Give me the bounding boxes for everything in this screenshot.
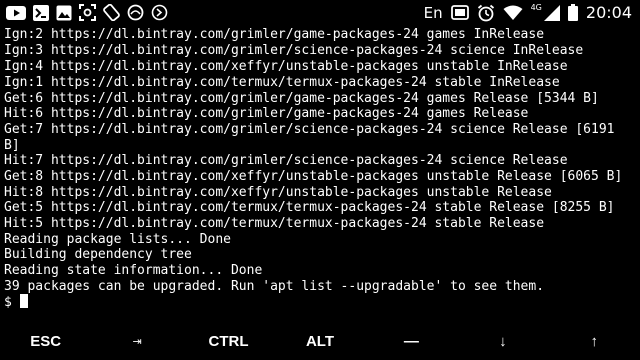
shell-prompt: $ — [4, 295, 12, 310]
dash-key[interactable]: — — [366, 323, 457, 360]
youtube-icon — [6, 5, 26, 20]
terminal-line: Building dependency tree — [4, 247, 192, 262]
status-bar: En 4G 20:04 — [0, 0, 640, 25]
terminal-line: Hit:7 https://dl.bintray.com/grimler/sci… — [4, 153, 568, 168]
extra-keys-bar: ESC ⇥ CTRL ALT — ↓ ↑ — [0, 323, 640, 360]
tab-key[interactable]: ⇥ — [91, 323, 182, 360]
alarm-icon — [477, 4, 495, 22]
wifi-icon — [503, 5, 523, 21]
alt-key[interactable]: ALT — [274, 323, 365, 360]
terminal-line: B] — [4, 138, 20, 153]
terminal-line: Ign:3 https://dl.bintray.com/grimler/sci… — [4, 43, 584, 58]
terminal-line: Get:6 https://dl.bintray.com/grimler/gam… — [4, 91, 599, 106]
cast-icon — [450, 5, 469, 20]
terminal-line: Hit:5 https://dl.bintray.com/termux/term… — [4, 216, 545, 231]
terminal-line: Get:7 https://dl.bintray.com/grimler/sci… — [4, 122, 615, 137]
terminal-line: 39 packages can be upgraded. Run 'apt li… — [4, 279, 545, 294]
clock: 20:04 — [585, 3, 632, 22]
ctrl-key[interactable]: CTRL — [183, 323, 274, 360]
terminal-line: Get:8 https://dl.bintray.com/xeffyr/unst… — [4, 169, 623, 184]
screenshot-icon — [79, 4, 96, 21]
network-type-label: 4G — [530, 3, 542, 12]
terminal-notification-icon — [33, 4, 49, 21]
system-status-icons: En 4G 20:04 — [424, 0, 632, 25]
battery-icon — [567, 4, 578, 21]
music-sync-icon — [151, 4, 168, 21]
terminal-line: Ign:2 https://dl.bintray.com/grimler/gam… — [4, 27, 545, 42]
terminal-line: Reading state information... Done — [4, 263, 263, 278]
data-saver-icon — [127, 4, 144, 21]
screen-rotation-icon — [103, 4, 120, 21]
photo-icon — [56, 5, 72, 21]
esc-key[interactable]: ESC — [0, 323, 91, 360]
terminal-line: Ign:1 https://dl.bintray.com/termux/term… — [4, 75, 560, 90]
keyboard-language-indicator: En — [423, 3, 443, 22]
notification-icons — [6, 3, 168, 22]
cellular-signal-icon — [543, 4, 560, 21]
up-arrow-key[interactable]: ↑ — [549, 323, 640, 360]
terminal-line: Hit:6 https://dl.bintray.com/grimler/gam… — [4, 106, 529, 121]
terminal-output[interactable]: Ign:2 https://dl.bintray.com/grimler/gam… — [0, 25, 640, 323]
terminal-line: Ign:4 https://dl.bintray.com/xeffyr/unst… — [4, 59, 568, 74]
prompt-line[interactable]: $ — [4, 294, 28, 310]
terminal-line: Get:5 https://dl.bintray.com/termux/term… — [4, 200, 615, 215]
down-arrow-key[interactable]: ↓ — [457, 323, 548, 360]
text-cursor — [19, 294, 28, 308]
terminal-line: Hit:8 https://dl.bintray.com/xeffyr/unst… — [4, 185, 552, 200]
terminal-line: Reading package lists... Done — [4, 232, 231, 247]
